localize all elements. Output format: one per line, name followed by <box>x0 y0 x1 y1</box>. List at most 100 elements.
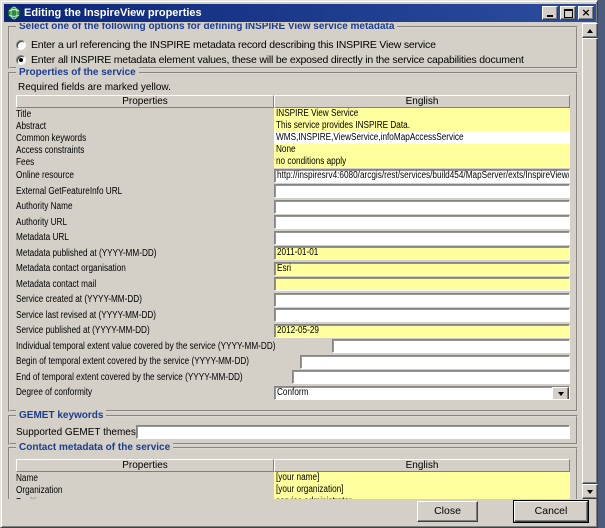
radio-option[interactable]: Enter all INSPIRE metadata element value… <box>16 52 570 67</box>
radio-button[interactable] <box>16 55 26 65</box>
property-label: Metadata published at (YYYY-MM-DD) <box>16 248 274 259</box>
property-input[interactable] <box>274 308 570 322</box>
radio-button[interactable] <box>16 40 26 50</box>
service-properties-legend: Properties of the service <box>16 67 139 78</box>
dialog-content: Select one of the following options for … <box>4 23 582 499</box>
property-label: Access constraints <box>16 145 274 156</box>
scroll-down-button[interactable] <box>582 484 598 499</box>
property-input[interactable] <box>274 215 570 229</box>
property-input[interactable] <box>292 370 570 384</box>
property-label: Metadata URL <box>16 232 274 243</box>
table-row: Access constraintsNone <box>16 144 570 156</box>
property-input[interactable] <box>274 200 570 214</box>
table-row: Degree of conformityConform <box>16 385 570 401</box>
property-value-cell[interactable]: [your name] <box>274 472 570 484</box>
property-input[interactable]: Esri <box>274 262 570 276</box>
required-fields-note: Required fields are marked yellow. <box>18 82 570 93</box>
properties-table-body: TitleINSPIRE View ServiceAbstractThis se… <box>16 108 570 401</box>
property-input[interactable]: 2011-01-01 <box>274 246 570 260</box>
property-value-cell[interactable]: INSPIRE View Service <box>274 108 570 120</box>
triangle-down-icon <box>587 490 593 494</box>
property-label: Metadata contact mail <box>16 279 274 290</box>
property-label: Title <box>16 109 274 120</box>
radio-option-label: Enter a url referencing the INSPIRE meta… <box>31 39 436 51</box>
metadata-options-legend: Select one of the following options for … <box>16 23 397 32</box>
gemet-themes-label: Supported GEMET themes <box>16 427 136 438</box>
table-row: External GetFeatureInfo URL <box>16 184 570 200</box>
table-row: Metadata contact organisationEsri <box>16 261 570 277</box>
scroll-up-button[interactable] <box>582 23 598 38</box>
close-button[interactable]: Close <box>417 501 478 522</box>
property-label: Degree of conformity <box>16 387 274 398</box>
triangle-up-icon <box>587 29 593 33</box>
property-label: Authority Name <box>16 201 274 212</box>
column-header-properties: Properties <box>16 95 274 108</box>
table-row: Metadata contact mail <box>16 277 570 293</box>
maximize-button[interactable] <box>560 6 576 20</box>
property-value-cell[interactable]: [your organization] <box>274 484 570 496</box>
table-row: Positionservice administrator <box>16 496 570 499</box>
column-header-english: English <box>274 459 570 472</box>
property-input[interactable] <box>332 339 570 353</box>
property-label: Abstract <box>16 121 274 132</box>
contact-table-header: Properties English <box>16 459 570 472</box>
table-row: Common keywordsWMS,INSPIRE,ViewService,i… <box>16 132 570 144</box>
gemet-themes-input[interactable] <box>136 425 570 439</box>
table-row: Name[your name] <box>16 472 570 484</box>
property-label: End of temporal extent covered by the se… <box>16 372 292 383</box>
property-input[interactable] <box>274 293 570 307</box>
property-label: Service created at (YYYY-MM-DD) <box>16 294 274 305</box>
conformity-dropdown[interactable]: Conform <box>274 386 570 400</box>
property-input[interactable]: 2012-05-29 <box>274 324 570 338</box>
property-label: Begin of temporal extent covered by the … <box>16 356 300 367</box>
property-input[interactable] <box>274 231 570 245</box>
metadata-options-list: Enter a url referencing the INSPIRE meta… <box>16 37 570 67</box>
vertical-scrollbar[interactable] <box>582 23 598 499</box>
globe-icon[interactable] <box>7 6 21 20</box>
cancel-button[interactable]: Cancel <box>514 501 588 522</box>
metadata-options-group: Select one of the following options for … <box>8 26 578 69</box>
table-row: Organization[your organization] <box>16 484 570 496</box>
radio-option[interactable]: Enter a url referencing the INSPIRE meta… <box>16 37 570 52</box>
gemet-group: GEMET keywords Supported GEMET themes <box>8 415 578 445</box>
table-row: Service created at (YYYY-MM-DD) <box>16 292 570 308</box>
property-label: Fees <box>16 157 274 168</box>
window-close-button[interactable]: × <box>578 6 594 20</box>
property-label: Authority URL <box>16 217 274 228</box>
property-value-cell[interactable]: None <box>274 144 570 156</box>
radio-option-label: Enter all INSPIRE metadata element value… <box>31 54 524 66</box>
table-row: Service last revised at (YYYY-MM-DD) <box>16 308 570 324</box>
property-value-cell[interactable]: This service provides INSPIRE Data. <box>274 120 570 132</box>
minimize-button[interactable] <box>542 6 558 20</box>
table-row: Service published at (YYYY-MM-DD)2012-05… <box>16 323 570 339</box>
property-input[interactable]: http://inspiresrv4:6080/arcgis/rest/serv… <box>274 169 570 183</box>
dialog-window: Editing the InspireView properties × Sel… <box>0 0 598 528</box>
property-value-cell[interactable]: WMS,INSPIRE,ViewService,infoMapAccessSer… <box>274 132 570 144</box>
dropdown-arrow-button[interactable] <box>552 387 569 400</box>
table-row: End of temporal extent covered by the se… <box>16 370 570 386</box>
column-header-properties: Properties <box>16 459 274 472</box>
scrollbar-thumb[interactable] <box>582 38 598 484</box>
table-row: AbstractThis service provides INSPIRE Da… <box>16 120 570 132</box>
table-row: Metadata published at (YYYY-MM-DD)2011-0… <box>16 246 570 262</box>
property-label: Online resource <box>16 170 274 181</box>
title-bar[interactable]: Editing the InspireView properties × <box>4 4 596 22</box>
properties-table-header: Properties English <box>16 95 570 108</box>
table-row: TitleINSPIRE View Service <box>16 108 570 120</box>
property-input[interactable] <box>274 277 570 291</box>
property-input[interactable] <box>274 184 570 198</box>
property-input[interactable] <box>300 355 570 369</box>
minimize-icon <box>547 15 553 17</box>
property-label: Name <box>16 473 274 484</box>
property-value-cell[interactable]: no conditions apply <box>274 156 570 168</box>
property-label: Service published at (YYYY-MM-DD) <box>16 325 274 336</box>
column-header-english: English <box>274 95 570 108</box>
window-controls: × <box>542 6 594 20</box>
property-label: Organization <box>16 485 274 496</box>
property-label: Common keywords <box>16 133 274 144</box>
table-row: Metadata URL <box>16 230 570 246</box>
service-properties-group: Properties of the service Required field… <box>8 72 578 412</box>
chevron-down-icon <box>558 392 564 396</box>
property-label: External GetFeatureInfo URL <box>16 186 274 197</box>
property-value-cell[interactable]: service administrator <box>274 496 570 499</box>
